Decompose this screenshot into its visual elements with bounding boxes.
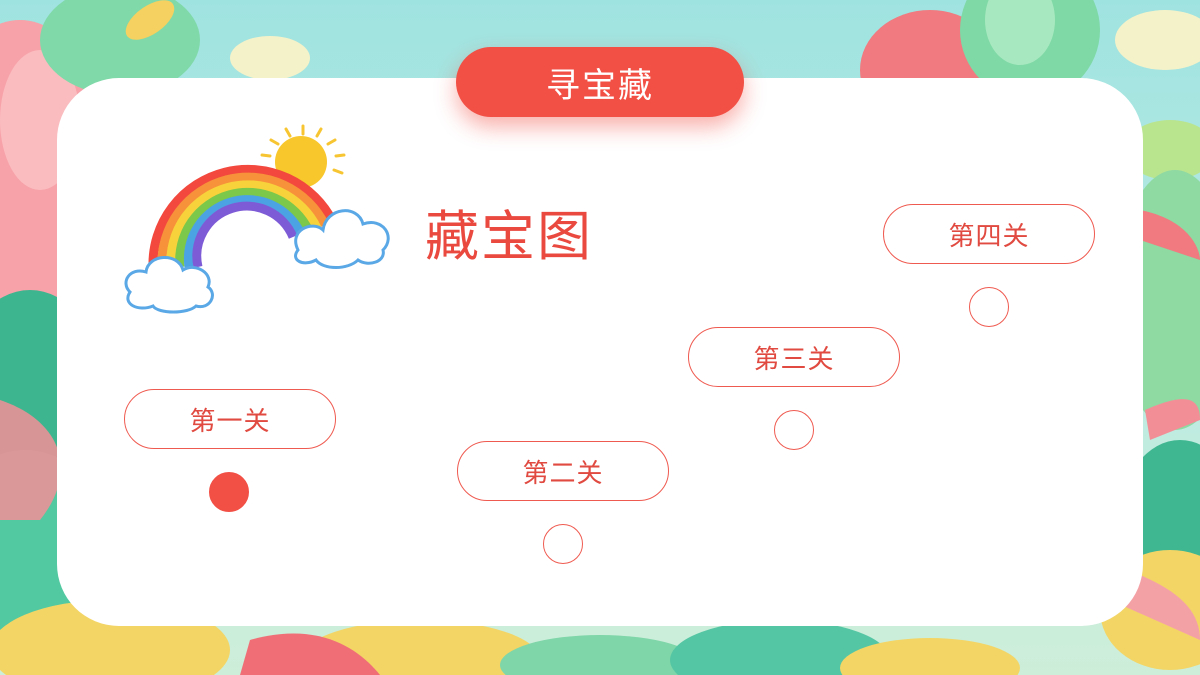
level-3-button[interactable]: 第三关 <box>688 327 900 387</box>
map-title: 藏宝图 <box>425 205 593 268</box>
level-2-label: 第二关 <box>522 458 604 489</box>
level-2-button[interactable]: 第二关 <box>457 441 669 501</box>
rainbow-icon <box>124 124 390 314</box>
header-title: 寻宝藏 <box>546 65 654 106</box>
level-2-marker[interactable] <box>543 524 583 564</box>
level-4-marker[interactable] <box>969 287 1009 327</box>
header-title-pill: 寻宝藏 <box>456 47 744 117</box>
level-1-button[interactable]: 第一关 <box>124 389 336 449</box>
level-4-button[interactable]: 第四关 <box>883 204 1095 264</box>
level-4-label: 第四关 <box>948 221 1030 252</box>
level-1-label: 第一关 <box>189 406 271 437</box>
level-3-label: 第三关 <box>753 344 835 375</box>
level-1-marker[interactable] <box>209 472 249 512</box>
level-3-marker[interactable] <box>774 410 814 450</box>
